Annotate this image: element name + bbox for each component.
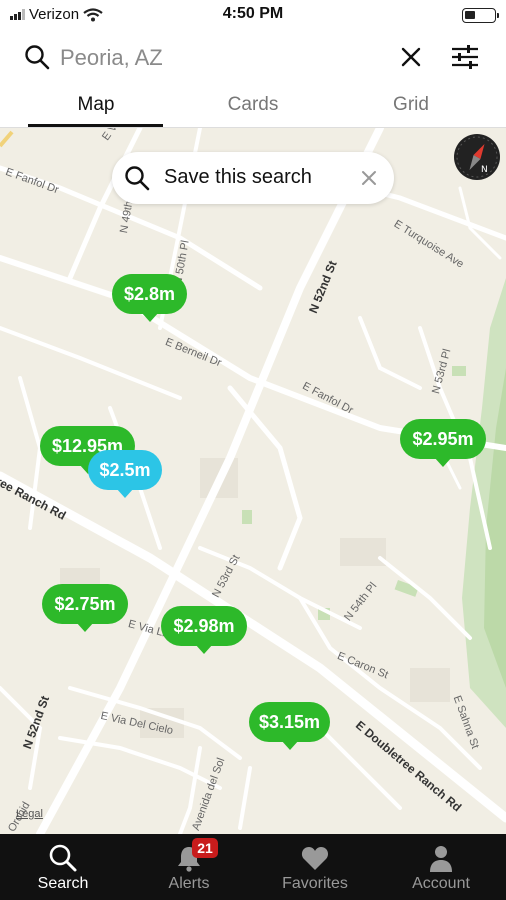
status-time: 4:50 PM <box>222 5 284 22</box>
tab-grid[interactable]: Grid <box>341 94 481 116</box>
nav-search-label: Search <box>37 875 89 892</box>
nav-favorites-label: Favorites <box>282 875 348 892</box>
tab-map[interactable]: Map <box>26 94 166 116</box>
view-tabs: Map Cards Grid <box>0 88 506 128</box>
listing-pin[interactable]: $2.98m <box>161 606 247 654</box>
filter-sliders-icon[interactable] <box>450 42 480 72</box>
compass-button[interactable]: N <box>454 134 500 180</box>
heart-icon <box>301 847 329 870</box>
listing-pin[interactable]: $2.95m <box>400 419 486 467</box>
person-icon <box>430 846 452 872</box>
search-icon <box>25 45 50 70</box>
nav-alerts[interactable]: 21 Alerts <box>126 834 252 900</box>
tab-cards[interactable]: Cards <box>183 94 323 116</box>
search-icon <box>49 844 77 872</box>
active-tab-indicator <box>28 124 163 127</box>
alerts-count-badge: 21 <box>192 838 218 858</box>
dismiss-icon[interactable] <box>359 168 379 188</box>
nav-account-label: Account <box>412 875 470 892</box>
search-icon <box>125 166 150 191</box>
nav-favorites[interactable]: Favorites <box>252 834 378 900</box>
battery-icon <box>462 8 499 23</box>
clear-search-icon[interactable] <box>398 44 424 70</box>
listing-pin[interactable]: $2.8m <box>112 274 187 322</box>
nav-alerts-label: Alerts <box>168 875 210 892</box>
status-bar: Verizon 4:50 PM <box>0 0 506 30</box>
nav-account[interactable]: Account <box>378 834 504 900</box>
search-bar: Peoria, AZ <box>0 30 506 88</box>
nav-search[interactable]: Search <box>0 834 126 900</box>
listing-pin-selected[interactable]: $2.5m <box>88 450 162 498</box>
save-search-button[interactable]: Save this search <box>112 152 394 204</box>
save-search-label: Save this search <box>164 166 312 188</box>
bottom-nav: Search 21 Alerts Favorites Account <box>0 834 506 900</box>
listing-pin[interactable]: $2.75m <box>42 584 128 632</box>
listing-pin[interactable]: $3.15m <box>249 702 330 750</box>
search-input[interactable]: Peoria, AZ <box>60 45 163 71</box>
compass-letter: N <box>481 165 488 175</box>
compass-icon: N <box>456 136 498 178</box>
map-view[interactable]: E Fanfol Dr E View Pl N 49th Pl N 50th P… <box>0 128 506 834</box>
legal-link[interactable]: Legal <box>16 808 43 820</box>
